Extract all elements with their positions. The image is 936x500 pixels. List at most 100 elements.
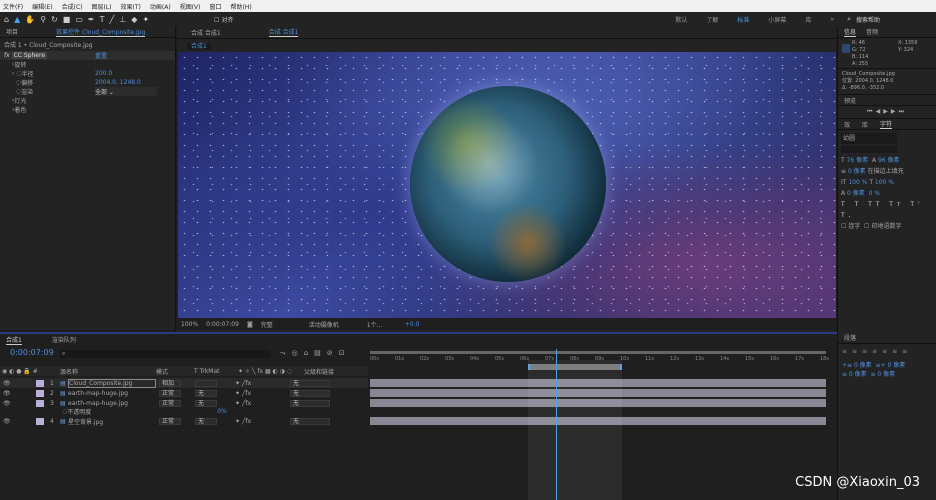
tab-timeline-comp[interactable]: 合成1 [6,335,22,345]
tab-effects[interactable]: 效 [844,120,850,129]
font-style-dropdown[interactable] [841,146,897,153]
menu-view[interactable]: 视图(V) [180,2,201,11]
mode-dropdown[interactable]: 正常 [159,389,181,397]
brush-tool-icon[interactable]: ╱ [109,15,114,24]
playhead[interactable] [556,349,557,500]
exposure-value[interactable]: +0.0 [405,321,420,328]
layer-row[interactable]: 👁 2 ▤ earth-map-huge.jpg 正常无 ✦ ╱fx 无 [0,388,368,398]
label-color[interactable] [36,417,44,425]
mode-dropdown[interactable]: 相加 [159,379,181,387]
tab-audio[interactable]: 音频 [866,27,878,36]
trkmat-dropdown[interactable]: 无 [195,417,217,425]
camera-dropdown[interactable]: 活动摄像机 [309,320,359,329]
layer-switches[interactable]: ✦ ╱fx [217,390,287,397]
rect-tool-icon[interactable]: ▭ [75,15,83,24]
font-dropdown[interactable]: 幼圆 [841,133,897,144]
timeline-switch-icons[interactable]: ⤳◎⌂▤⊘⊡ [280,349,351,358]
vertical-scale[interactable]: 100 % [848,179,867,186]
puppet-tool-icon[interactable]: ✦ [142,15,149,24]
reset-button[interactable]: 重置 [95,51,107,60]
opacity-property[interactable]: ◌ 不透明度 0% [0,406,368,416]
baseline-shift[interactable]: 0 像素 [847,190,865,197]
menu-animation[interactable]: 动画(A) [150,2,171,11]
fx-icon[interactable]: fx [4,52,10,59]
prop-rotation[interactable]: › 旋转 [0,60,175,69]
prop-radius[interactable]: › ◌ 半径 200.0 [0,69,175,78]
last-frame-icon[interactable]: ⏭ [898,108,906,115]
horizontal-scale[interactable]: 100 % [875,179,894,186]
layer-search-input[interactable]: ⌕ [60,350,270,358]
hindi-digits-checkbox[interactable]: ☐ 印地语数字 [864,223,901,230]
text-style-buttons[interactable]: T T TT Tт T' T, [841,199,933,221]
tab-render-queue[interactable]: 渲染队列 [52,335,76,345]
layer-switches[interactable]: ✦ ╱fx [217,380,287,387]
label-color[interactable] [36,389,44,397]
workspace-standard[interactable]: 标准 [737,15,749,24]
visibility-icon[interactable]: 👁 [0,418,36,425]
menu-composition[interactable]: 合成(C) [62,2,83,11]
text-tool-icon[interactable]: T [100,15,105,24]
play-icon[interactable]: ▶ [883,108,891,115]
home-icon[interactable]: ⌂ [4,15,9,24]
parent-dropdown[interactable]: 无 [290,379,330,387]
search-icon[interactable]: ⌕ [847,15,851,24]
workspace-small[interactable]: 小屏幕 [768,15,786,24]
stroke-mode[interactable]: 在描边上填充 [868,168,904,175]
pen-tool-icon[interactable]: ✒ [88,15,95,24]
render-dropdown[interactable]: 全部 ⌄ [95,87,157,96]
workspace-learn[interactable]: 了解 [706,15,718,24]
tab-project[interactable]: 项目 [6,27,18,36]
tsume[interactable]: 0 % [869,190,880,197]
prop-offset[interactable]: ◌ 偏移 2004.0, 1248.0 [0,78,175,87]
tab-info[interactable]: 信息 [844,27,857,37]
snapshot-icon[interactable]: ◙ [247,321,253,328]
menu-window[interactable]: 窗口 [209,2,221,11]
hand-tool-icon[interactable]: ✋ [25,15,35,24]
tab-character[interactable]: 字符 [880,119,893,129]
timeline-timecode[interactable]: 0:00:07:09 [10,348,54,357]
parent-dropdown[interactable]: 无 [290,389,330,397]
layer-name[interactable]: 星空背景.jpg [68,417,156,426]
indent-fields[interactable]: +≡ 0 像素 ≡+ 0 像素 ≡ 0 像素 ≡ 0 像素 [838,359,936,381]
layer-name[interactable]: earth-map-huge.jpg [68,390,156,397]
comp-canvas[interactable] [178,52,836,318]
layer-switches[interactable]: ✦ ╱fx [217,418,287,425]
parent-dropdown[interactable]: 无 [290,417,330,425]
menu-edit[interactable]: 编辑(E) [32,2,52,11]
layer-row[interactable]: 👁 1 ▤ Cloud_Composite.jpg 相加 ✦ ╱fx 无 [0,378,368,388]
prop-light[interactable]: › 灯光 [0,96,175,105]
menu-file[interactable]: 文件(F) [3,2,23,11]
leading[interactable]: 96 像素 [878,157,900,164]
stopwatch-icon[interactable]: ◌ [0,408,67,415]
comp-subtab[interactable]: 合成1 [187,43,211,50]
menu-help[interactable]: 帮助(H) [231,2,252,11]
trkmat-dropdown[interactable]: 无 [195,389,217,397]
zoom-tool-icon[interactable]: ⚲ [40,15,46,24]
layer-row[interactable]: 👁 4 ▤ 星空背景.jpg 正常无 ✦ ╱fx 无 [0,416,368,426]
resolution-dropdown[interactable]: 完整 [261,320,301,329]
prop-shading[interactable]: › 着色 [0,105,175,114]
mode-dropdown[interactable]: 正常 [159,417,181,425]
search-help[interactable]: 搜索帮助 [856,15,936,24]
stroke-width[interactable]: 0 像素 [848,168,866,175]
prop-render[interactable]: ◌ 渲染 全部 ⌄ [0,87,175,96]
font-size[interactable]: 76 像素 [847,157,869,164]
ligature-checkbox[interactable]: ☐ 连字 [841,223,860,230]
layer-name[interactable]: Cloud_Composite.jpg [68,378,156,388]
selection-tool-icon[interactable]: ▲ [14,15,20,24]
rotate-tool-icon[interactable]: ↻ [51,15,58,24]
tab-comp-b[interactable]: 合成 合成1 [268,27,299,37]
stamp-tool-icon[interactable]: ⊥ [119,15,126,24]
trkmat-dropdown[interactable] [195,379,217,387]
label-color[interactable] [36,379,44,387]
tab-libraries[interactable]: 库 [862,120,868,129]
workspace-default[interactable]: 默认 [675,15,687,24]
eraser-tool-icon[interactable]: ◆ [131,15,137,24]
views-dropdown[interactable]: 1个... [367,320,397,329]
tab-effect-controls[interactable]: 效果控件 Cloud_Composite.jpg [56,27,146,37]
visibility-icon[interactable]: 👁 [0,380,36,387]
visibility-icon[interactable]: 👁 [0,390,36,397]
snap-checkbox[interactable]: ☐ 对齐 [214,15,233,24]
viewer-timecode[interactable]: 0:00:07:09 [206,321,239,328]
first-frame-icon[interactable]: ⏮ [867,108,875,115]
